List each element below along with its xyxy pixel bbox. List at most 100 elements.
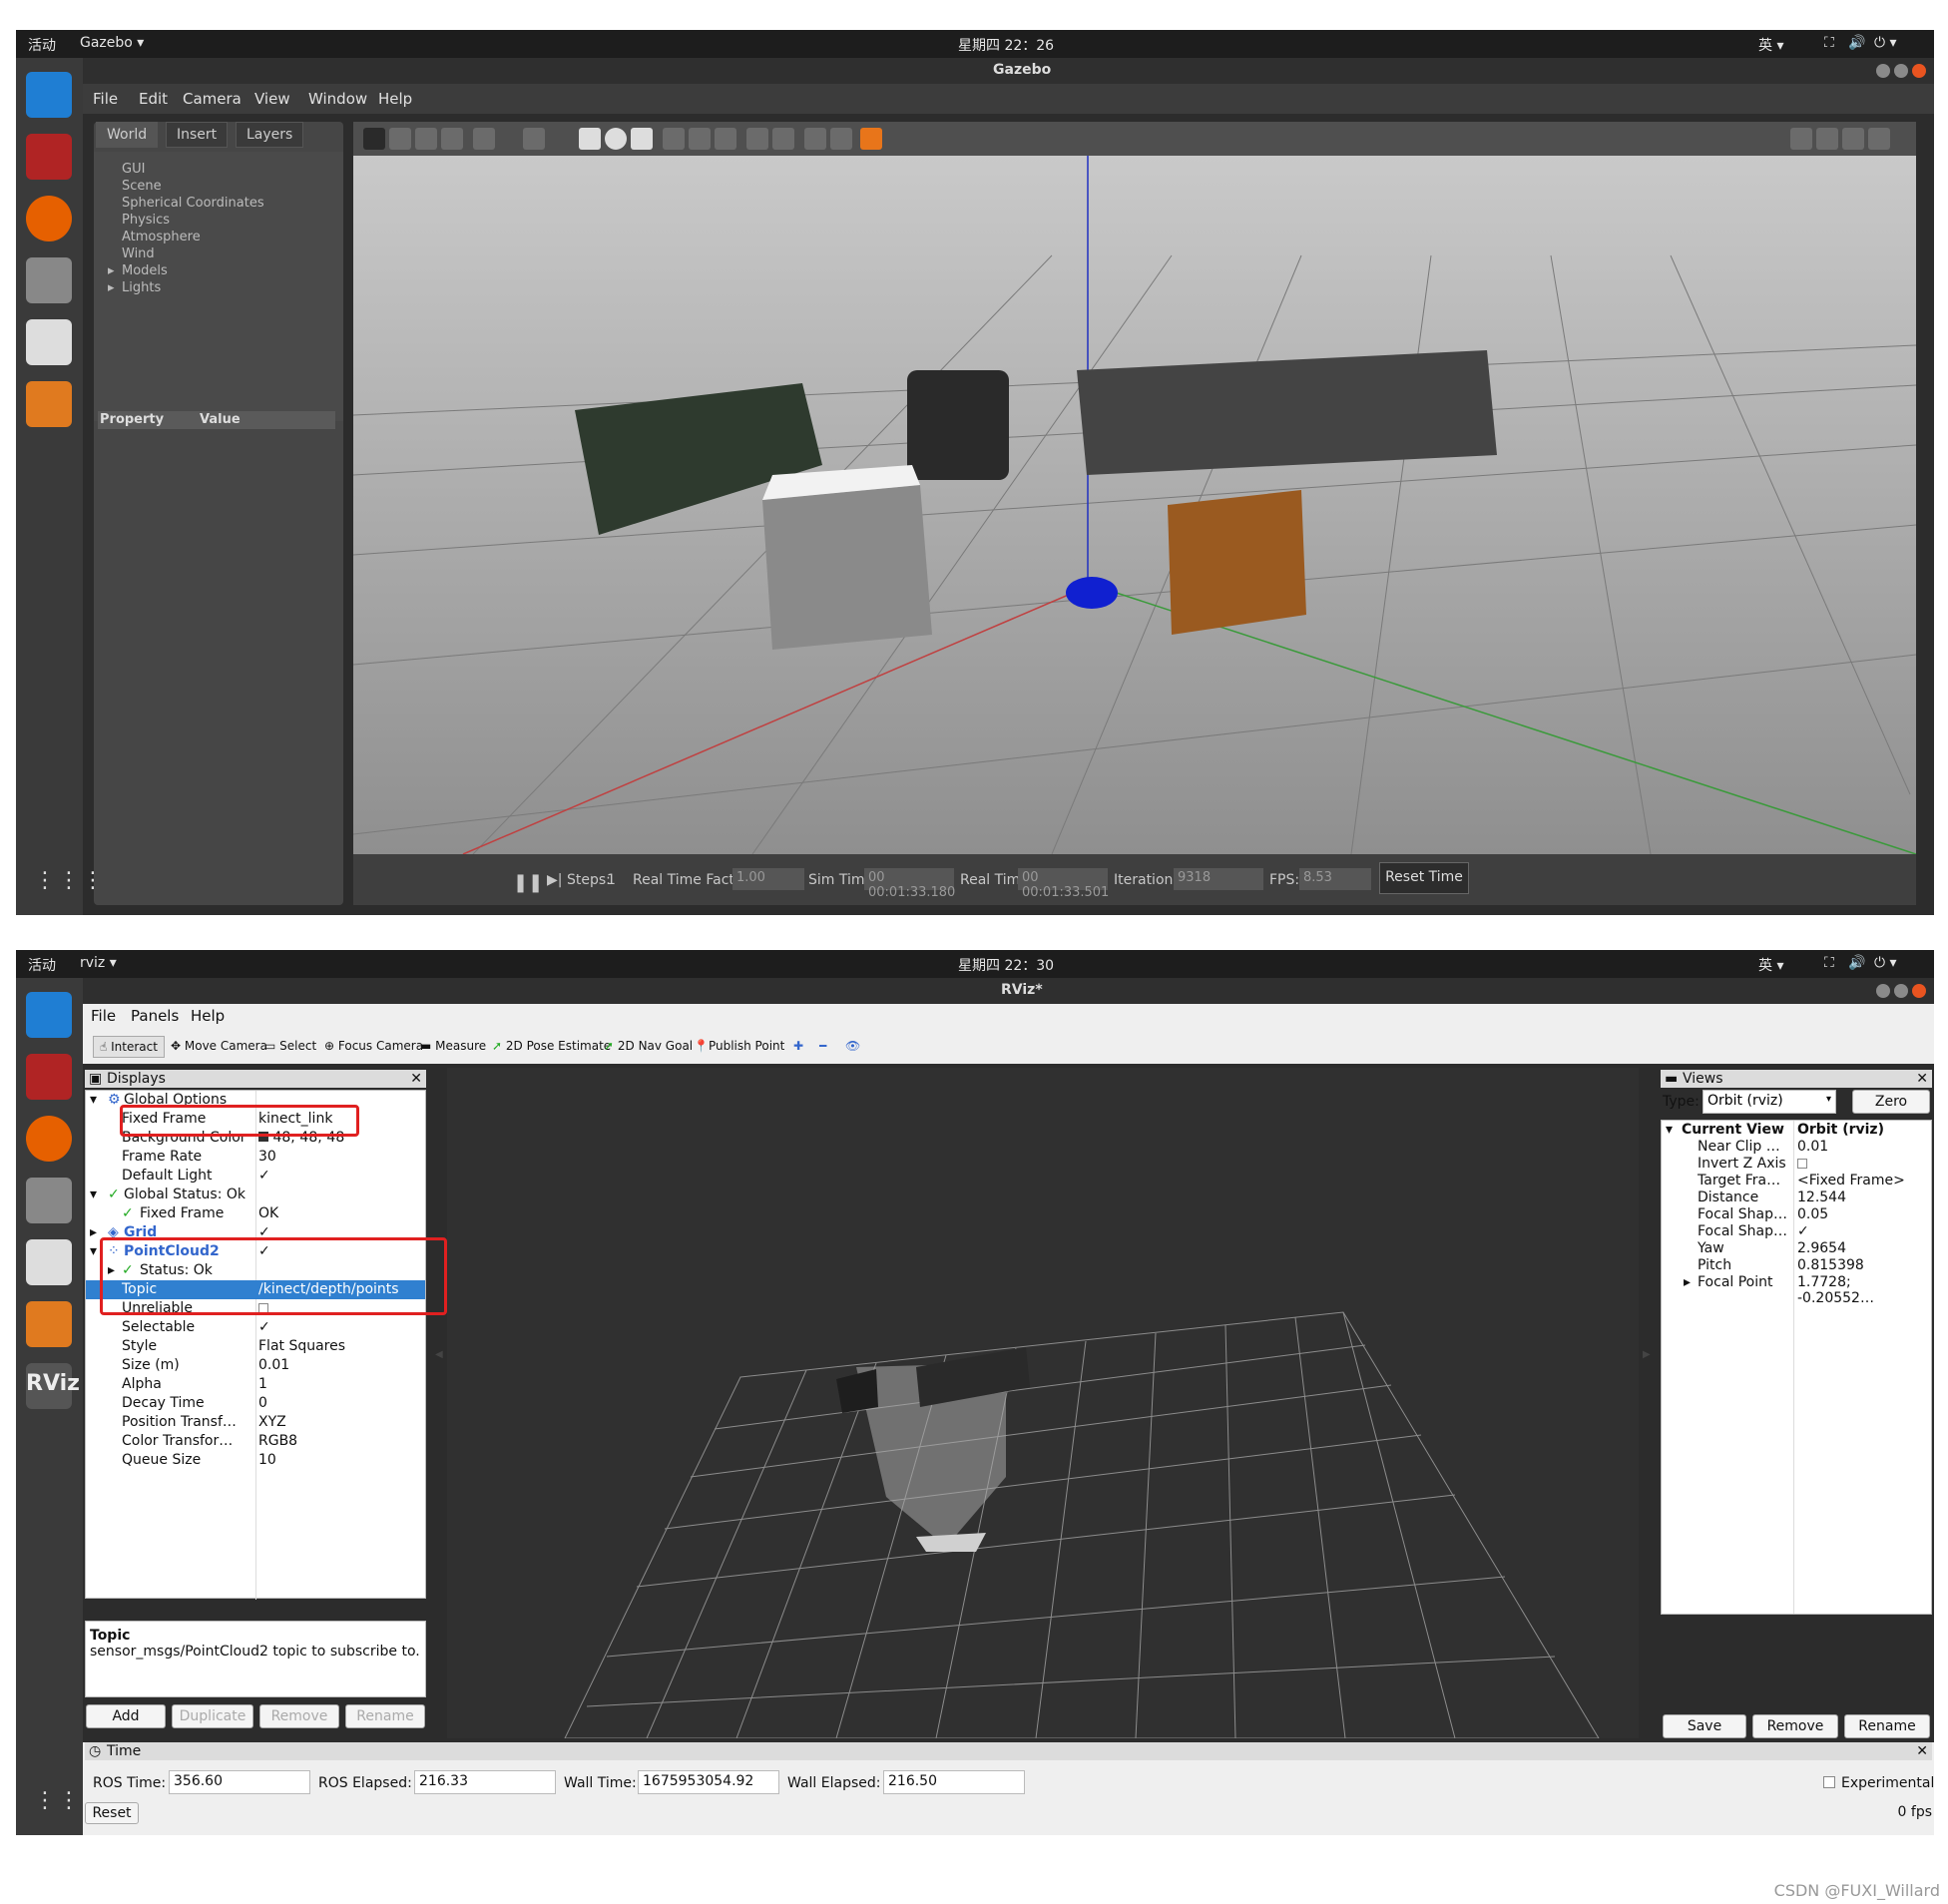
select-arrow-icon[interactable] bbox=[363, 128, 385, 150]
firefox-icon[interactable] bbox=[26, 1116, 72, 1162]
power-icon[interactable]: ⏻ ▾ bbox=[1874, 35, 1897, 51]
default-light-checkbox[interactable]: ✓ bbox=[258, 1168, 270, 1184]
panel-close-icon[interactable]: ✕ bbox=[1916, 1743, 1928, 1759]
cylinder-icon[interactable] bbox=[631, 128, 653, 150]
menu-help[interactable]: Help bbox=[191, 1007, 225, 1025]
redo-icon[interactable] bbox=[523, 128, 545, 150]
ros-elapsed-field[interactable]: 216.33 bbox=[414, 1770, 556, 1794]
menu-help[interactable]: Help bbox=[378, 90, 412, 108]
volume-icon[interactable]: 🔊 bbox=[1848, 35, 1865, 51]
save-view-button[interactable]: Save bbox=[1663, 1714, 1746, 1738]
tree-item-gui[interactable]: GUI bbox=[122, 162, 145, 177]
tab-world[interactable]: World bbox=[96, 122, 159, 148]
rename-button[interactable]: Rename bbox=[345, 1704, 425, 1728]
tree-row-alpha[interactable]: Alpha 1 bbox=[86, 1375, 425, 1394]
maximize-icon[interactable] bbox=[1894, 984, 1908, 998]
wall-time-field[interactable]: 1675953054.92 bbox=[638, 1770, 779, 1794]
rename-view-button[interactable]: Rename bbox=[1844, 1714, 1930, 1738]
tree-row-color-transformer[interactable]: Color Transfor… RGB8 bbox=[86, 1432, 425, 1451]
tool-publish-point[interactable]: 📍Publish Point bbox=[688, 1036, 790, 1058]
tree-row-selectable[interactable]: Selectable ✓ bbox=[86, 1318, 425, 1337]
tool-move-camera[interactable]: ✥ Move Camera bbox=[165, 1036, 273, 1058]
menu-edit[interactable]: Edit bbox=[139, 90, 168, 108]
sphere-icon[interactable] bbox=[605, 128, 627, 150]
menu-view[interactable]: View bbox=[254, 90, 290, 108]
network-icon[interactable]: ⛶ bbox=[1824, 35, 1834, 51]
panel-close-icon[interactable]: ✕ bbox=[1916, 1071, 1928, 1087]
menu-window[interactable]: Window bbox=[308, 90, 367, 108]
copy-icon[interactable] bbox=[746, 128, 768, 150]
menu-file[interactable]: File bbox=[91, 1007, 116, 1025]
gazebo-dock-icon[interactable] bbox=[26, 381, 72, 427]
selectable-checkbox[interactable]: ✓ bbox=[258, 1319, 270, 1335]
pause-icon[interactable]: ❚❚ bbox=[513, 872, 543, 893]
panel-close-icon[interactable]: ✕ bbox=[410, 1071, 422, 1087]
tree-item-scene[interactable]: Scene bbox=[122, 179, 162, 194]
snap-icon[interactable] bbox=[830, 128, 852, 150]
files-icon[interactable] bbox=[26, 257, 72, 303]
vscode-icon[interactable] bbox=[26, 992, 72, 1038]
collapse-arrow-icon[interactable]: ▾ bbox=[1666, 1122, 1673, 1138]
gazebo-dock-icon[interactable] bbox=[26, 1301, 72, 1347]
text-editor-icon[interactable] bbox=[26, 1239, 72, 1285]
tree-row-global-status[interactable]: ▾ ✓ Global Status: Ok bbox=[86, 1186, 425, 1204]
tree-item-wind[interactable]: Wind bbox=[122, 246, 155, 261]
activities-button[interactable]: 活动 bbox=[28, 955, 56, 975]
rotate-icon[interactable] bbox=[415, 128, 437, 150]
spot-light-icon[interactable] bbox=[689, 128, 711, 150]
rviz-dock-icon[interactable]: RViz bbox=[26, 1363, 80, 1409]
clock[interactable]: 星期四 22：26 bbox=[958, 35, 1054, 55]
translate-icon[interactable] bbox=[389, 128, 411, 150]
undo-icon[interactable] bbox=[473, 128, 495, 150]
reset-button[interactable]: Reset bbox=[85, 1802, 139, 1824]
remove-view-button[interactable]: Remove bbox=[1752, 1714, 1838, 1738]
experimental-checkbox[interactable] bbox=[1823, 1776, 1835, 1788]
focal-shape-checkbox[interactable]: ✓ bbox=[1797, 1223, 1809, 1239]
activities-button[interactable]: 活动 bbox=[28, 35, 56, 55]
menu-camera[interactable]: Camera bbox=[183, 90, 242, 108]
remove-tool-icon[interactable]: ━ bbox=[813, 1036, 832, 1058]
maximize-icon[interactable] bbox=[1894, 64, 1908, 78]
collapse-arrow-icon[interactable]: ▾ bbox=[90, 1092, 97, 1108]
tree-item-models[interactable]: Models bbox=[122, 263, 168, 278]
close-icon[interactable] bbox=[1912, 984, 1926, 998]
paste-icon[interactable] bbox=[772, 128, 794, 150]
tree-row-position-transformer[interactable]: Position Transf… XYZ bbox=[86, 1413, 425, 1432]
terminal-icon[interactable] bbox=[26, 1054, 72, 1100]
zero-button[interactable]: Zero bbox=[1852, 1090, 1930, 1114]
tree-row-style[interactable]: Style Flat Squares bbox=[86, 1337, 425, 1356]
tree-row-size[interactable]: Size (m) 0.01 bbox=[86, 1356, 425, 1375]
expand-arrow-icon[interactable]: ▸ bbox=[108, 280, 115, 295]
tree-row-frame-rate[interactable]: Frame Rate 30 bbox=[86, 1148, 425, 1167]
tree-item-physics[interactable]: Physics bbox=[122, 213, 170, 228]
point-light-icon[interactable] bbox=[663, 128, 685, 150]
terminal-icon[interactable] bbox=[26, 134, 72, 180]
expand-arrow-icon[interactable]: ▸ bbox=[108, 263, 115, 278]
steps-value[interactable]: 1 bbox=[607, 872, 616, 888]
ros-time-field[interactable]: 356.60 bbox=[169, 1770, 310, 1794]
tree-item-lights[interactable]: Lights bbox=[122, 280, 161, 295]
ime-indicator[interactable]: 英 ▾ bbox=[1758, 35, 1783, 55]
views-type-select[interactable]: Orbit (rviz) ▾ bbox=[1703, 1090, 1836, 1114]
add-button[interactable]: Add bbox=[86, 1704, 166, 1728]
remove-button[interactable]: Remove bbox=[259, 1704, 339, 1728]
collapse-right-icon[interactable]: ▶ bbox=[1643, 1349, 1651, 1360]
tree-row-queue-size[interactable]: Queue Size 10 bbox=[86, 1451, 425, 1470]
tool-2d-nav-goal[interactable]: ➚ 2D Nav Goal bbox=[598, 1036, 699, 1058]
tab-insert[interactable]: Insert bbox=[166, 122, 229, 148]
add-tool-icon[interactable]: ✚ bbox=[787, 1036, 809, 1058]
menu-panels[interactable]: Panels bbox=[131, 1007, 179, 1025]
invert-z-checkbox[interactable] bbox=[1797, 1159, 1807, 1169]
network-icon[interactable]: ⛶ bbox=[1824, 955, 1834, 971]
tool-interact[interactable]: ☝ Interact bbox=[93, 1036, 165, 1058]
duplicate-button[interactable]: Duplicate bbox=[172, 1704, 253, 1728]
tree-row-status-fixed-frame[interactable]: ✓ Fixed Frame OK bbox=[86, 1204, 425, 1223]
align-icon[interactable] bbox=[804, 128, 826, 150]
text-editor-icon[interactable] bbox=[26, 319, 72, 365]
eye-icon[interactable]: 👁 bbox=[839, 1036, 866, 1058]
reset-time-button[interactable]: Reset Time bbox=[1379, 862, 1469, 894]
collapse-arrow-icon[interactable]: ▾ bbox=[90, 1187, 97, 1202]
tool-focus-camera[interactable]: ⊕ Focus Camera bbox=[318, 1036, 429, 1058]
tree-row-default-light[interactable]: Default Light ✓ bbox=[86, 1167, 425, 1186]
box-icon[interactable] bbox=[579, 128, 601, 150]
